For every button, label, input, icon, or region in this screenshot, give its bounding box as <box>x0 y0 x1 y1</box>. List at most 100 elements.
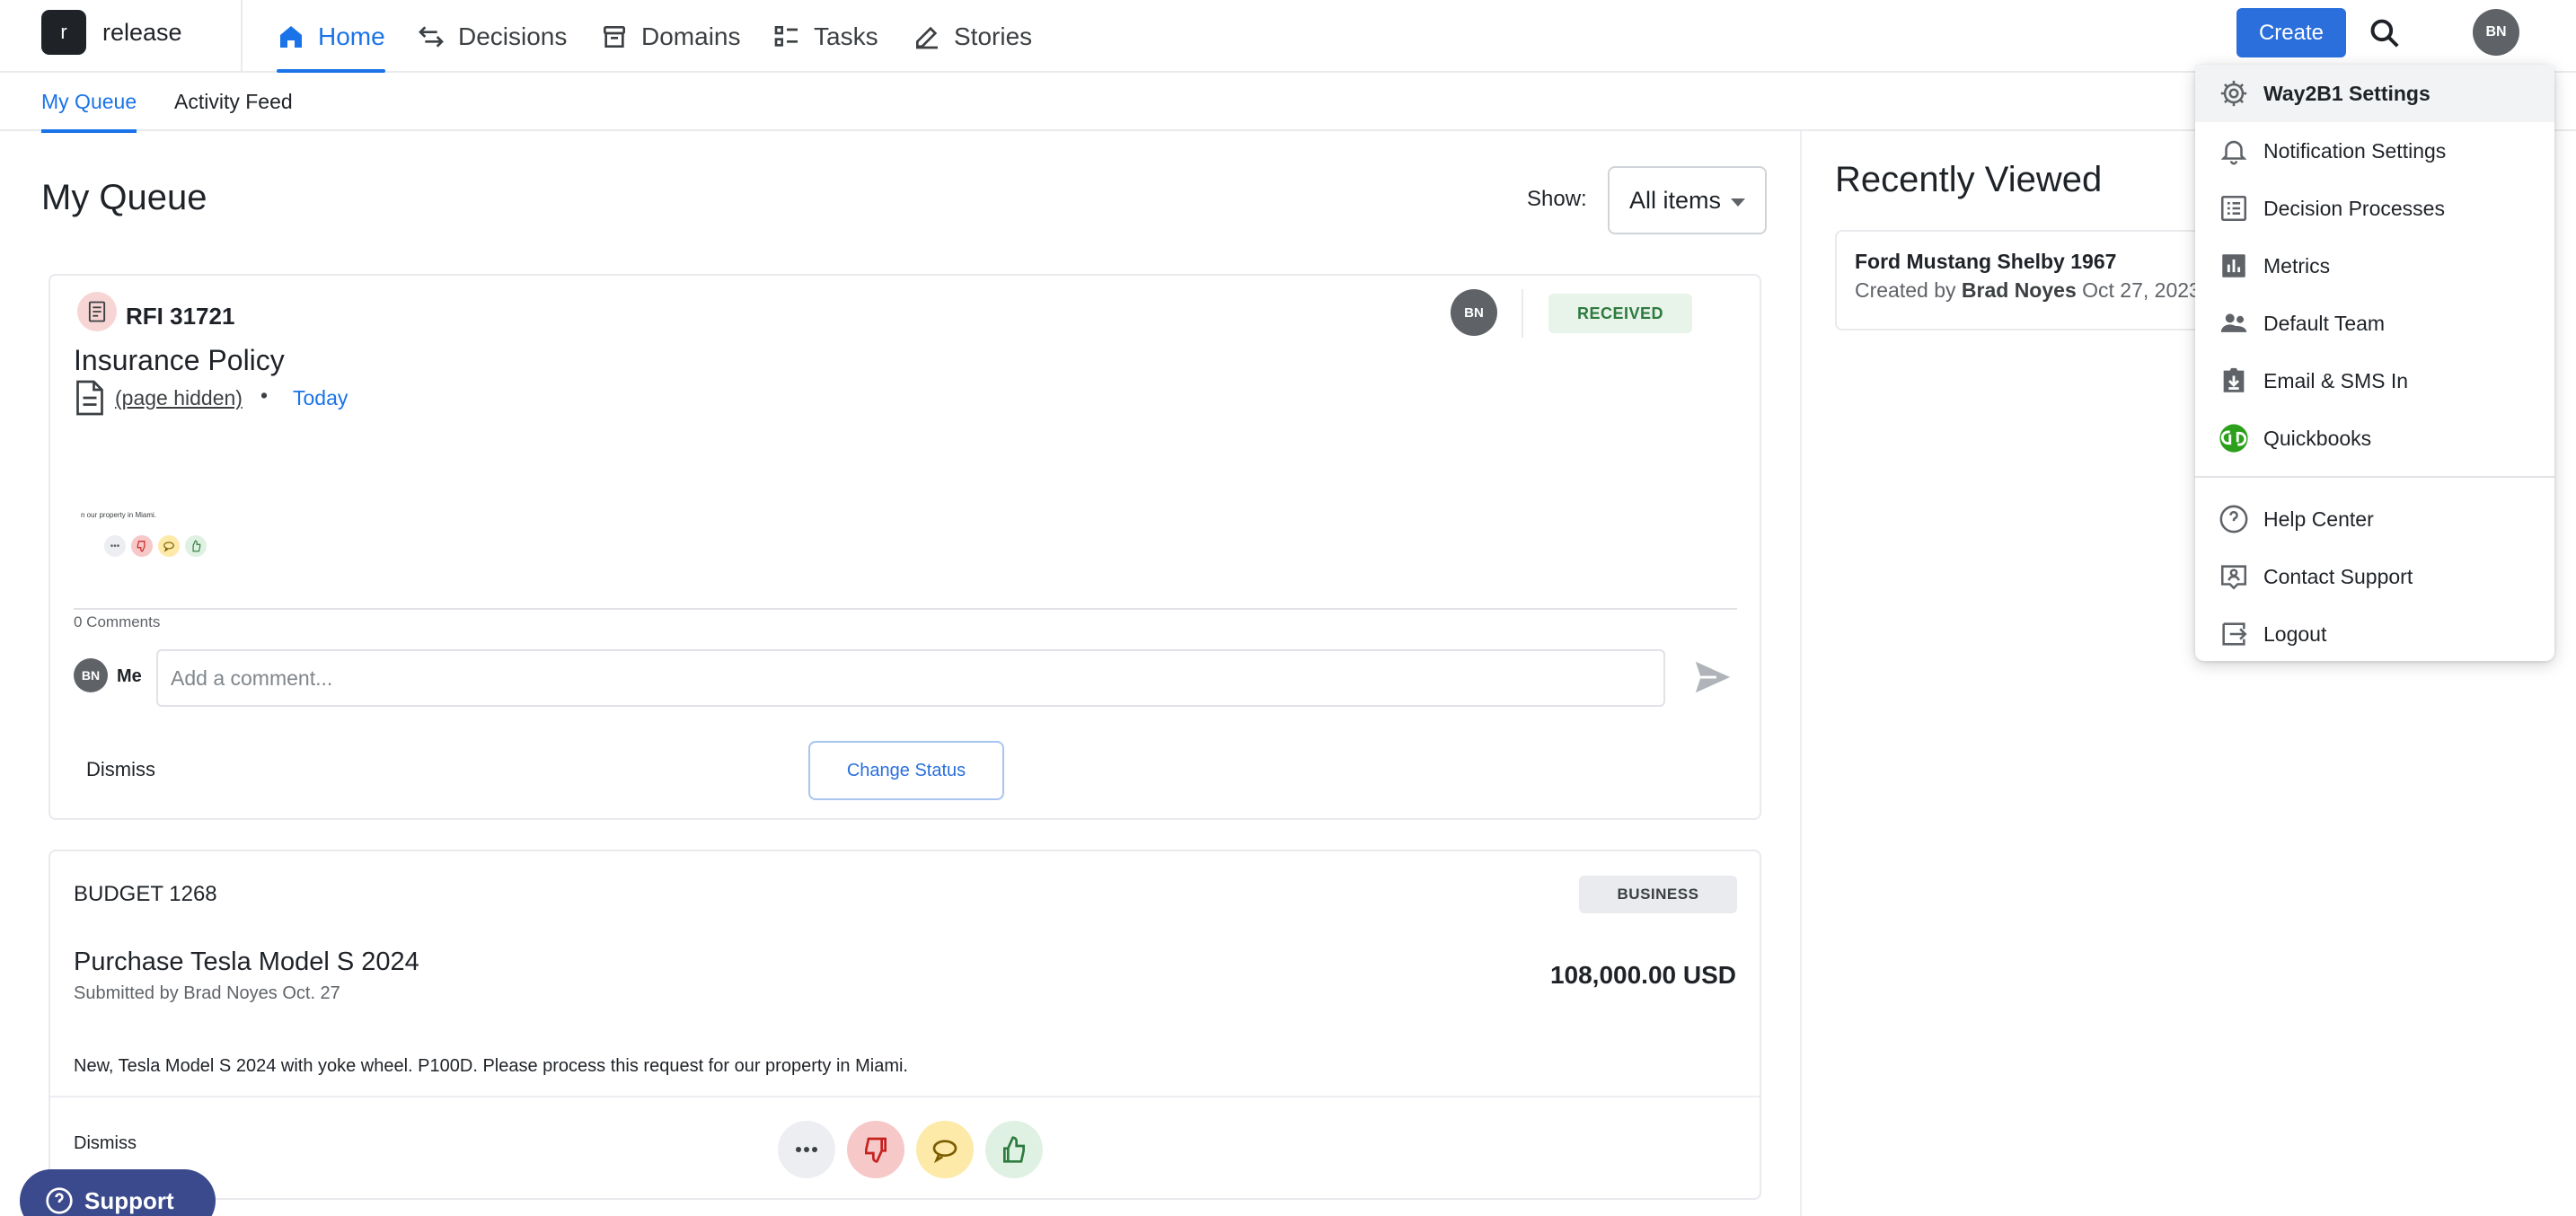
help-icon <box>46 1187 73 1214</box>
thumbs-down-icon <box>865 1137 887 1163</box>
sub-tabs: My Queue Activity Feed <box>0 73 2576 133</box>
show-filter-select[interactable]: All items <box>1608 166 1767 234</box>
nav-home-label: Home <box>318 22 385 50</box>
bell-icon <box>2220 140 2247 165</box>
menu-item-email-sms-in[interactable]: Email & SMS In <box>2195 352 2554 410</box>
dismiss-button[interactable]: Dismiss <box>74 1133 137 1154</box>
menu-label: Metrics <box>2263 254 2331 278</box>
menu-label: Logout <box>2263 622 2327 646</box>
assignee-avatar[interactable]: BN <box>1451 289 1497 336</box>
budget-card: BUDGET 1268 BUSINESS Purchase Tesla Mode… <box>49 850 1761 1200</box>
comment-input[interactable] <box>156 649 1665 707</box>
nav-tasks[interactable]: Tasks <box>772 0 878 73</box>
my-label: Me <box>117 666 142 686</box>
menu-label: Email & SMS In <box>2263 369 2409 392</box>
thumbs-down-icon[interactable] <box>131 535 153 557</box>
nav-stories-label: Stories <box>954 22 1033 50</box>
more-options-button[interactable] <box>778 1121 835 1178</box>
category-badge: BUSINESS <box>1579 876 1737 913</box>
menu-label: Way2B1 Settings <box>2263 82 2430 105</box>
nav-decisions[interactable]: Decisions <box>417 0 567 73</box>
recent-item-name[interactable]: Ford Mustang Shelby 1967 <box>1855 250 2116 274</box>
caret-down-icon <box>1731 198 1745 207</box>
nav-home[interactable]: Home <box>277 0 385 73</box>
support-label: Support <box>84 1186 174 1214</box>
change-status-button[interactable]: Change Status <box>808 741 1004 800</box>
app-root: r release Home Decisions Domains Tasks S… <box>0 0 2576 1216</box>
menu-label: Decision Processes <box>2263 197 2445 220</box>
menu-item-contact-support[interactable]: Contact Support <box>2195 548 2554 605</box>
list-icon <box>2220 195 2247 222</box>
nav-tasks-label: Tasks <box>814 22 878 50</box>
recently-viewed-title: Recently Viewed <box>1835 160 2103 199</box>
budget-description: New, Tesla Model S 2024 with yoke wheel.… <box>74 1056 908 1076</box>
tab-activity-feed[interactable]: Activity Feed <box>174 73 293 131</box>
thumbs-up-icon[interactable] <box>185 535 207 557</box>
create-button[interactable]: Create <box>2236 8 2346 57</box>
rfi-title[interactable]: Insurance Policy <box>74 344 285 377</box>
menu-item-metrics[interactable]: Metrics <box>2195 237 2554 295</box>
comment-button[interactable] <box>916 1121 974 1178</box>
home-icon <box>280 25 302 48</box>
menu-item-logout[interactable]: Logout <box>2195 605 2554 663</box>
pencil-icon <box>916 26 938 48</box>
menu-label: Quickbooks <box>2263 427 2372 450</box>
tab-my-queue[interactable]: My Queue <box>41 73 137 133</box>
app-name[interactable]: release <box>102 19 182 47</box>
preview-text: n our property in Miami. <box>81 511 157 519</box>
search-icon[interactable] <box>2368 16 2402 50</box>
nav-stories[interactable]: Stories <box>913 0 1032 73</box>
logout-icon <box>2222 622 2247 646</box>
page-link[interactable]: (page hidden) <box>115 386 243 410</box>
date-link[interactable]: Today <box>293 386 348 410</box>
recently-viewed-item[interactable]: Ford Mustang Shelby 1967 Created by Brad… <box>1835 230 2221 330</box>
page-title: My Queue <box>41 178 207 217</box>
menu-label: Help Center <box>2263 507 2374 531</box>
support-button[interactable]: Support <box>20 1169 216 1216</box>
menu-item-settings[interactable]: Way2B1 Settings <box>2195 65 2554 122</box>
dismiss-button[interactable]: Dismiss <box>86 758 155 781</box>
my-avatar: BN <box>74 658 108 692</box>
budget-id[interactable]: BUDGET 1268 <box>74 882 217 907</box>
menu-item-help-center[interactable]: Help Center <box>2195 490 2554 548</box>
user-avatar[interactable]: BN <box>2473 9 2519 56</box>
recent-item-meta: Created by Brad Noyes Oct 27, 2023 <box>1855 278 2201 303</box>
inbox-download-icon <box>2223 367 2245 392</box>
more-icon[interactable]: ••• <box>104 535 126 557</box>
help-icon <box>2219 505 2248 533</box>
comment-icon[interactable] <box>158 535 180 557</box>
user-menu: Way2B1 Settings Notification Settings De… <box>2195 65 2554 661</box>
rfi-id[interactable]: RFI 31721 <box>126 303 234 330</box>
submitted-by: Submitted by Brad Noyes Oct. 27 <box>74 983 340 1003</box>
created-by: Brad Noyes <box>1961 278 2077 302</box>
show-label: Show: <box>1527 187 1587 211</box>
checklist-icon <box>774 25 798 47</box>
budget-title[interactable]: Purchase Tesla Model S 2024 <box>74 947 419 977</box>
gear-icon <box>2220 80 2247 107</box>
thumbs-up-icon <box>1003 1136 1025 1163</box>
created-prefix: Created by <box>1855 278 1956 302</box>
send-icon[interactable] <box>1692 656 1734 698</box>
document-icon <box>76 380 103 416</box>
budget-amount: 108,000.00 USD <box>1549 961 1736 989</box>
nav-decisions-label: Decisions <box>458 22 568 50</box>
contact-support-icon <box>2220 565 2247 590</box>
nav-domains-label: Domains <box>641 22 741 50</box>
menu-item-quickbooks[interactable]: Quickbooks <box>2195 410 2554 467</box>
menu-item-notification-settings[interactable]: Notification Settings <box>2195 122 2554 180</box>
rfi-icon <box>77 292 117 331</box>
app-logo[interactable]: r <box>41 10 86 55</box>
brand-divider <box>241 0 243 73</box>
menu-label: Default Team <box>2263 312 2386 335</box>
arrows-icon <box>419 25 444 48</box>
menu-label: Contact Support <box>2263 565 2413 588</box>
top-bar: r release Home Decisions Domains Tasks S… <box>0 0 2576 73</box>
menu-item-decision-processes[interactable]: Decision Processes <box>2195 180 2554 237</box>
approve-button[interactable] <box>985 1121 1043 1178</box>
status-badge: RECEIVED <box>1548 294 1692 333</box>
reject-button[interactable] <box>847 1121 904 1178</box>
menu-divider <box>2195 476 2554 478</box>
nav-domains[interactable]: Domains <box>600 0 740 73</box>
menu-item-default-team[interactable]: Default Team <box>2195 295 2554 352</box>
show-filter-value: All items <box>1629 186 1722 214</box>
